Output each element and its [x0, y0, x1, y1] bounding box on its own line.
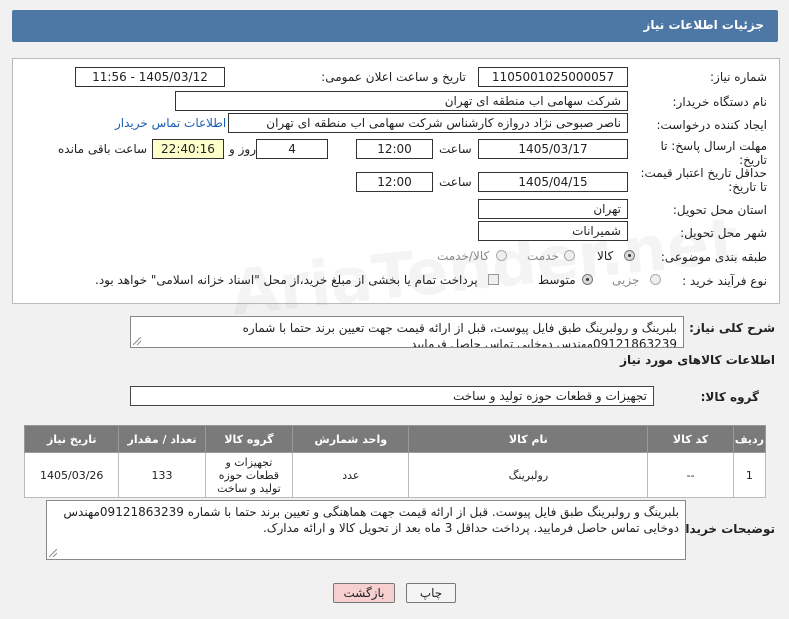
back-button[interactable]: بازگشت	[333, 583, 395, 603]
city-label: شهر محل تحویل:	[680, 226, 767, 240]
col-group: گروه کالا	[204, 425, 294, 453]
province-field: تهران	[478, 199, 628, 219]
remaining-label: ساعت باقی مانده	[58, 142, 148, 156]
col-qty: تعداد / مقدار	[118, 425, 206, 453]
price-validity-label: حداقل تاریخ اعتبار قیمت: تا تاریخ:	[640, 166, 767, 194]
days-field: 4	[256, 139, 328, 159]
process-label: نوع فرآیند خرید :	[682, 274, 767, 288]
summary-label: شرح کلی نیاز:	[689, 321, 775, 335]
payment-note: پرداخت تمام یا بخشی از مبلغ خرید،از محل …	[95, 273, 478, 287]
days-label: روز و	[229, 142, 256, 156]
buyer-notes-text: بلبرینگ و رولبرینگ طبق فایل پیوست. قبل ا…	[63, 505, 679, 535]
goods-group-field: تجهیزات و قطعات حوزه تولید و ساخت	[130, 386, 654, 406]
col-row: ردیف	[732, 425, 767, 453]
col-date: تاریخ نیاز	[23, 425, 120, 453]
price-time-label: ساعت	[439, 175, 472, 189]
page-title-bar: جزئیات اطلاعات نیاز	[12, 10, 778, 42]
buyer-org-label: نام دستگاه خریدار:	[672, 95, 768, 109]
cell-group: تجهیزات و قطعات حوزه تولید و ساخت	[204, 452, 294, 498]
items-table: ردیف کد کالا نام کالا واحد شمارش گروه کا…	[23, 425, 767, 498]
summary-textarea[interactable]: بلبرینگ و رولبرینگ طبق فایل پیوست، قبل ا…	[130, 316, 684, 348]
cell-row: 1	[732, 452, 767, 498]
need-number-label: شماره نیاز:	[710, 70, 767, 84]
process-medium-label: متوسط	[538, 273, 576, 287]
announce-label: تاریخ و ساعت اعلان عمومی:	[321, 70, 466, 84]
cell-name: رولبرینگ	[408, 452, 649, 498]
goods-section-title: اطلاعات کالاهای مورد نیاز	[620, 353, 775, 367]
price-date-field: 1405/04/15	[478, 172, 628, 192]
category-both-radio[interactable]	[496, 250, 507, 261]
cell-unit: عدد	[292, 452, 410, 498]
cell-qty: 133	[118, 452, 206, 498]
category-goods-radio[interactable]	[624, 250, 635, 261]
category-both-label: کالا/خدمت	[437, 249, 490, 263]
reply-time-label: ساعت	[439, 142, 472, 156]
col-name: نام کالا	[408, 425, 649, 453]
city-field: شمیرانات	[478, 221, 628, 241]
announce-field: 1405/03/12 - 11:56	[75, 67, 225, 87]
creator-field: ناصر صبوحی نژاد دروازه کارشناس شرکت سهام…	[228, 113, 628, 133]
reply-date-field: 1405/03/17	[478, 139, 628, 159]
cell-date: 1405/03/26	[23, 452, 120, 498]
creator-label: ایجاد کننده درخواست:	[656, 118, 767, 132]
resize-grip-icon[interactable]	[133, 337, 141, 345]
category-service-radio[interactable]	[564, 250, 575, 261]
reply-deadline-label: مهلت ارسال پاسخ: تا تاریخ:	[660, 139, 767, 167]
col-code: کد کالا	[647, 425, 734, 453]
buyer-org-field: شرکت سهامی اب منطقه ای تهران	[175, 91, 628, 111]
page-title: جزئیات اطلاعات نیاز	[643, 18, 764, 32]
category-goods-label: کالا	[597, 249, 614, 263]
summary-text: بلبرینگ و رولبرینگ طبق فایل پیوست، قبل ا…	[242, 321, 677, 348]
treasury-docs-checkbox[interactable]	[488, 274, 499, 285]
resize-grip-icon[interactable]	[49, 549, 57, 557]
process-medium-radio[interactable]	[582, 274, 593, 285]
category-service-label: خدمت	[527, 249, 559, 263]
buyer-notes-label: توضیحات خریدار:	[673, 522, 775, 536]
print-button[interactable]: چاپ	[406, 583, 456, 603]
col-unit: واحد شمارش	[292, 425, 410, 453]
table-row[interactable]: 1 -- رولبرینگ عدد تجهیزات و قطعات حوزه ت…	[23, 452, 767, 498]
category-label: طبقه بندی موضوعی:	[660, 250, 767, 264]
price-time-field: 12:00	[356, 172, 433, 192]
remaining-time-field: 22:40:16	[152, 139, 224, 159]
need-number-field: 1105001025000057	[478, 67, 628, 87]
buyer-notes-textarea[interactable]: بلبرینگ و رولبرینگ طبق فایل پیوست. قبل ا…	[46, 500, 686, 560]
process-partial-radio[interactable]	[650, 274, 661, 285]
reply-time-field: 12:00	[356, 139, 433, 159]
goods-group-label: گروه کالا:	[700, 390, 759, 404]
province-label: استان محل تحویل:	[672, 203, 767, 217]
buyer-contact-link[interactable]: اطلاعات تماس خریدار	[115, 116, 226, 130]
process-partial-label: جزیی	[612, 273, 640, 287]
cell-code: --	[647, 452, 734, 498]
